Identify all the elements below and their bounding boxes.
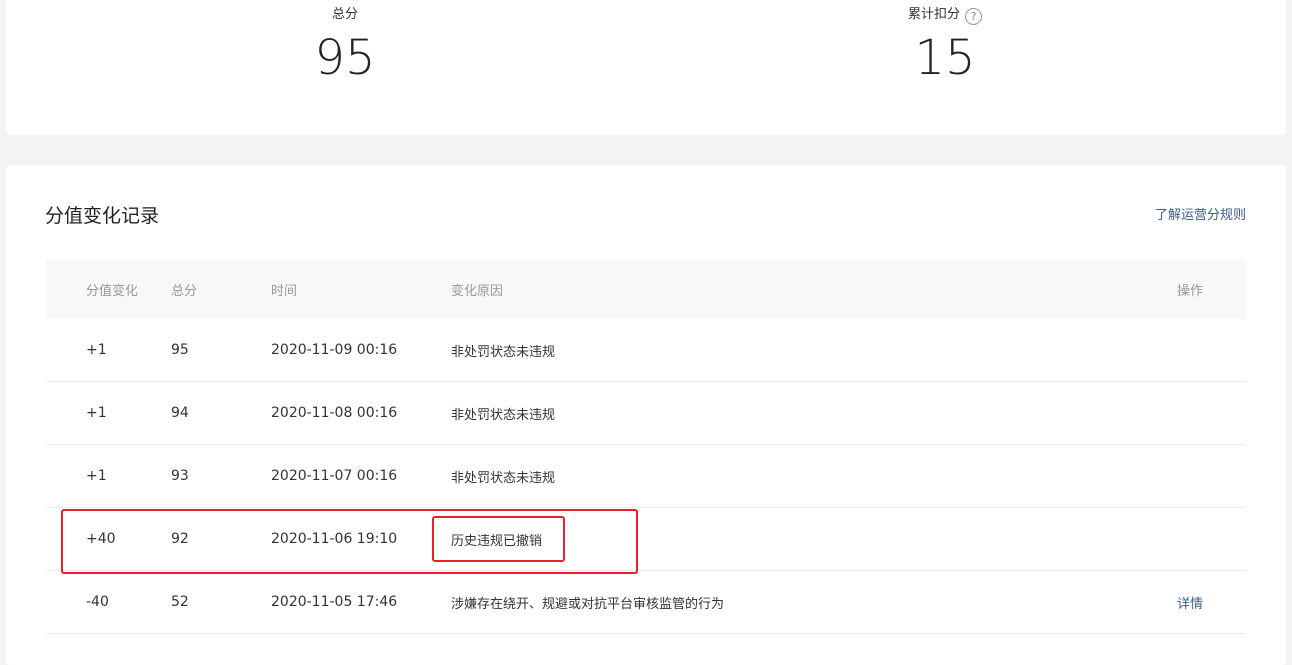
column-header-change: 分值变化 <box>86 283 139 299</box>
total-score-value: 95 <box>314 30 376 86</box>
column-header-time: 时间 <box>271 283 298 299</box>
table-row: +40 92 2020-11-06 19:10 历史违规已撤销 <box>46 508 1246 571</box>
detail-link[interactable]: 详情 <box>1177 571 1203 633</box>
rules-link[interactable]: 了解运营分规则 <box>1155 207 1246 225</box>
cell-time: 2020-11-05 17:46 <box>271 594 398 610</box>
cell-total: 93 <box>171 468 189 484</box>
question-circle-icon[interactable]: ? <box>965 8 982 25</box>
cell-reason: 历史违规已撤销 <box>451 533 543 549</box>
section-title: 分值变化记录 <box>45 205 160 227</box>
deduction-label-wrap: 累计扣分? <box>795 6 1095 25</box>
cell-time: 2020-11-08 00:16 <box>271 405 398 421</box>
total-score-label: 总分 <box>331 7 358 22</box>
cell-total: 94 <box>171 405 189 421</box>
cell-reason: 非处罚状态未违规 <box>451 344 556 360</box>
table-row: +1 95 2020-11-09 00:16 非处罚状态未违规 <box>46 319 1246 382</box>
cell-time: 2020-11-07 00:16 <box>271 468 398 484</box>
records-table: 分值变化 总分 时间 变化原因 操作 +1 95 2020-11-09 00:1… <box>46 259 1246 634</box>
table-row: -40 52 2020-11-05 17:46 涉嫌存在绕开、规避或对抗平台审核… <box>46 571 1246 634</box>
column-header-action: 操作 <box>1177 283 1204 299</box>
cell-change: -40 <box>86 594 109 610</box>
deduction-label: 累计扣分 <box>907 7 960 22</box>
cell-reason: 非处罚状态未违规 <box>451 470 556 486</box>
table-header: 分值变化 总分 时间 变化原因 操作 <box>46 259 1246 319</box>
cell-time: 2020-11-06 19:10 <box>271 531 398 547</box>
cell-change: +40 <box>86 531 116 547</box>
column-header-total: 总分 <box>171 283 198 299</box>
cell-reason: 涉嫌存在绕开、规避或对抗平台审核监管的行为 <box>451 596 725 612</box>
cell-change: +1 <box>86 405 107 421</box>
cell-total: 95 <box>171 342 189 358</box>
cell-reason: 非处罚状态未违规 <box>451 407 556 423</box>
score-summary-card: 总分 95 累计扣分? 15 <box>6 0 1286 135</box>
table-row: +1 93 2020-11-07 00:16 非处罚状态未违规 <box>46 445 1246 508</box>
cell-total: 92 <box>171 531 189 547</box>
deduction-value: 15 <box>914 30 976 86</box>
cell-time: 2020-11-09 00:16 <box>271 342 398 358</box>
score-records-card: 分值变化记录 了解运营分规则 分值变化 总分 时间 变化原因 操作 +1 95 … <box>6 165 1286 665</box>
cell-total: 52 <box>171 594 189 610</box>
cell-change: +1 <box>86 468 107 484</box>
cell-change: +1 <box>86 342 107 358</box>
table-row: +1 94 2020-11-08 00:16 非处罚状态未违规 <box>46 382 1246 445</box>
column-header-reason: 变化原因 <box>451 283 504 299</box>
